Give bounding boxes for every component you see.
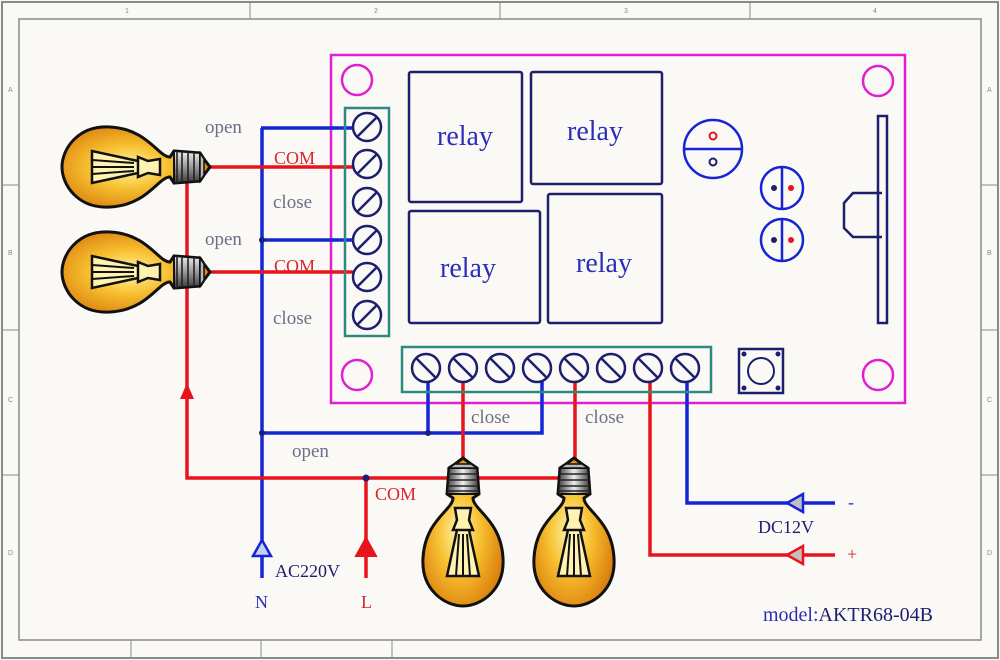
frame-col-4: 4 xyxy=(873,8,877,15)
model-number: AKTR68-04B xyxy=(819,604,933,626)
frame-row-d-right: D xyxy=(987,550,992,557)
relay-board: relay relay relay relay xyxy=(329,53,907,405)
ac-neutral-arrow-icon xyxy=(250,537,274,558)
model-prefix: model: xyxy=(763,604,819,626)
relay-3: relay xyxy=(407,209,542,325)
frame-col-2: 2 xyxy=(374,8,378,15)
mount-hole-icon xyxy=(340,358,374,392)
buzzer-icon xyxy=(682,118,744,180)
mount-hole-icon xyxy=(861,64,895,98)
label-close-1: close xyxy=(273,192,312,213)
label-com-1: COM xyxy=(274,148,315,168)
relay-label: relay xyxy=(576,248,632,279)
relay-label: relay xyxy=(440,253,496,284)
label-dc-negative: - xyxy=(848,492,854,512)
frame-row-b: B xyxy=(8,250,13,257)
frame-row-a: A xyxy=(8,87,13,94)
label-dc12v: DC12V xyxy=(758,517,814,537)
label-neutral: N xyxy=(255,592,268,612)
learn-button-icon xyxy=(737,347,785,395)
label-open-1: open xyxy=(205,117,242,138)
mount-hole-icon xyxy=(340,63,374,97)
label-close-4: close xyxy=(585,407,624,428)
dc-negative-wire xyxy=(685,379,835,505)
bottom-terminal-block xyxy=(400,345,713,394)
frame-row-b-right: B xyxy=(987,250,992,257)
led-icon xyxy=(759,165,805,211)
label-com-2: COM xyxy=(274,256,315,276)
frame-row-c-right: C xyxy=(987,397,992,404)
label-close-2: close xyxy=(273,308,312,329)
model-label: model:AKTR68-04B xyxy=(763,604,933,626)
light-bulb-4-icon xyxy=(532,456,616,608)
antenna-connector-icon xyxy=(842,114,889,325)
label-ac220v: AC220V xyxy=(275,561,340,581)
dc-negative-arrow-icon xyxy=(784,491,805,515)
relay-label: relay xyxy=(567,116,623,147)
label-open-2: open xyxy=(205,229,242,250)
frame-col-3: 3 xyxy=(624,8,628,15)
led-icon xyxy=(759,217,805,263)
relay-1: relay xyxy=(407,70,524,204)
label-live: L xyxy=(361,592,372,612)
label-open-3: open xyxy=(292,441,329,462)
mount-hole-icon xyxy=(861,358,895,392)
frame-col-1: 1 xyxy=(125,8,129,15)
frame-row-d: D xyxy=(8,550,13,557)
label-dc-positive: + xyxy=(847,544,857,564)
live-up-arrow-icon xyxy=(180,383,194,399)
relay-4: relay xyxy=(546,192,664,325)
light-bulb-3-icon xyxy=(421,456,505,608)
frame-row-c: C xyxy=(8,397,13,404)
relay-2: relay xyxy=(529,70,664,186)
label-close-3: close xyxy=(471,407,510,428)
ac-live-arrow-icon xyxy=(354,535,378,557)
frame-row-a-right: A xyxy=(987,87,992,94)
left-terminal-block xyxy=(343,106,391,338)
dc-positive-arrow-icon xyxy=(784,543,805,567)
wiring-diagram: 1 2 3 4 A B C D A B C D relay relay rela… xyxy=(1,1,999,659)
label-com-3: COM xyxy=(375,484,416,504)
relay-label: relay xyxy=(437,121,493,152)
